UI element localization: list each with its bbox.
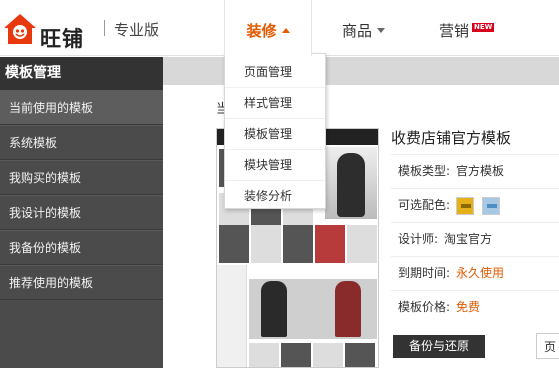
expire-value: 永久使用 (456, 266, 505, 280)
colors-label: 可选配色: (398, 198, 451, 212)
preview-hero-model (337, 153, 365, 217)
menu-item-style-management[interactable]: 样式管理 (225, 88, 325, 119)
page-button[interactable]: 页 (536, 333, 559, 359)
price-row: 模板价格: 免费 (391, 290, 559, 324)
expire-label: 到期时间: (398, 266, 451, 280)
preview-row (249, 343, 378, 367)
nav-marketing-label: 营销 (439, 22, 470, 40)
edition-label: 专业版 (114, 21, 160, 39)
caret-up-icon (281, 28, 290, 33)
expire-row: 到期时间: 永久使用 (391, 256, 559, 290)
new-badge: NEW (472, 23, 495, 32)
wangpu-logo[interactable]: 旺铺 (2, 9, 98, 51)
template-details: 模板类型: 官方模板 可选配色: 设计师: 淘宝官方 到期时间: 永久使用 模板价格:… (391, 154, 559, 324)
designer-row: 设计师: 淘宝官方 (391, 222, 559, 256)
preview-model (335, 281, 361, 337)
sidebar: 模板管理 当前使用的模板 系统模板 我购买的模板 我设计的模板 我备份的模板 推… (0, 57, 163, 368)
color-swatch-yellow[interactable] (456, 196, 475, 215)
house-logo-icon (4, 14, 36, 44)
color-swatch-blue[interactable] (482, 196, 501, 215)
preview-row (219, 225, 378, 267)
top-header: 旺铺 专业版 装修 商品 营销 NEW (0, 0, 559, 56)
sidebar-item-purchased-templates[interactable]: 我购买的模板 (0, 160, 163, 195)
type-label: 模板类型: (398, 164, 451, 178)
nav-decorate[interactable]: 装修 (224, 0, 312, 56)
nav-decorate-label: 装修 (246, 22, 277, 40)
nav-goods-label: 商品 (342, 22, 373, 40)
caret-down-icon (377, 28, 386, 33)
menu-item-module-management[interactable]: 模块管理 (225, 150, 325, 181)
sidebar-title: 模板管理 (0, 57, 163, 90)
price-value: 免费 (456, 300, 481, 314)
template-title: 收费店铺官方模板 (391, 129, 512, 147)
preview-model (261, 281, 287, 337)
logo-text: 旺铺 (40, 27, 84, 51)
type-value: 官方模板 (456, 164, 505, 178)
menu-item-decoration-analytics[interactable]: 装修分析 (225, 181, 325, 212)
logo-divider (104, 20, 105, 36)
sidebar-item-designed-templates[interactable]: 我设计的模板 (0, 195, 163, 230)
backup-restore-button[interactable]: 备份与还原 (393, 335, 485, 358)
menu-item-template-management[interactable]: 模板管理 (225, 119, 325, 150)
nav-marketing[interactable]: 营销 (439, 0, 469, 56)
decorate-dropdown-menu: 页面管理 样式管理 模板管理 模块管理 装修分析 (224, 53, 326, 209)
template-type-row: 模板类型: 官方模板 (391, 154, 559, 188)
designer-value: 淘宝官方 (444, 232, 493, 246)
color-options-row: 可选配色: (391, 188, 559, 222)
sidebar-item-current-template[interactable]: 当前使用的模板 (0, 90, 163, 125)
nav-goods[interactable]: 商品 (342, 0, 386, 56)
content-topbar (163, 57, 559, 85)
preview-sidebar (217, 265, 247, 367)
menu-item-page-management[interactable]: 页面管理 (225, 57, 325, 88)
sidebar-item-system-templates[interactable]: 系统模板 (0, 125, 163, 160)
sidebar-item-recommended-templates[interactable]: 推荐使用的模板 (0, 265, 163, 300)
sidebar-item-backup-templates[interactable]: 我备份的模板 (0, 230, 163, 265)
price-label: 模板价格: (398, 300, 451, 314)
designer-label: 设计师: (398, 232, 439, 246)
